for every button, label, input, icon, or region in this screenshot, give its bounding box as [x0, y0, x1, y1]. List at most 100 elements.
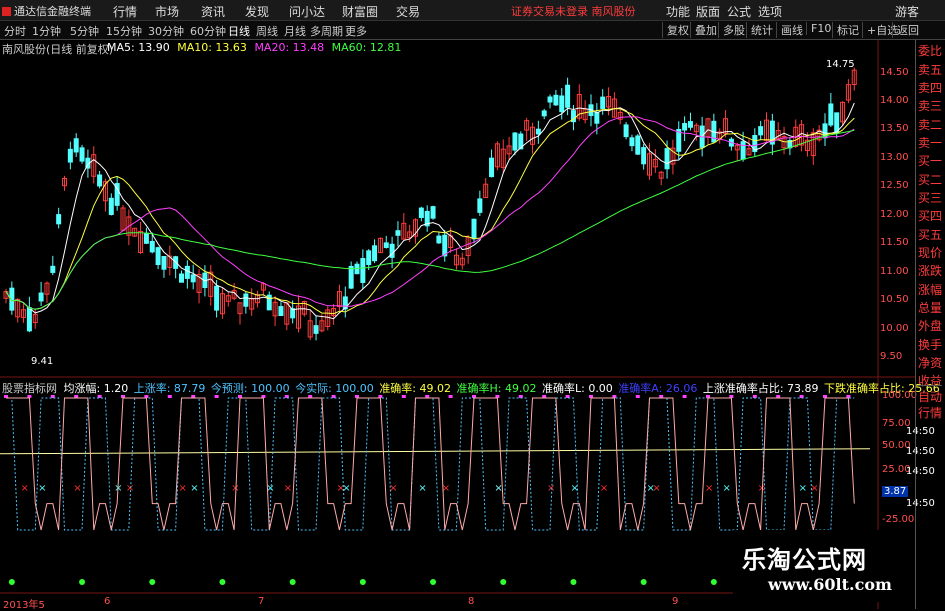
period-tab[interactable]: 5分钟 [70, 23, 99, 39]
side-item-quote[interactable]: 行情 [918, 404, 942, 421]
period-tab[interactable]: 多周期 [310, 23, 343, 39]
chart-canvas[interactable]: × × × × × × × × × × ×× × × × ×× × × × ×× × × × × × [0, 40, 915, 609]
period-tab[interactable]: 周线 [256, 23, 278, 39]
btn-f10[interactable]: F10 [806, 22, 831, 35]
side-item[interactable]: 买四 [918, 207, 942, 224]
side-item[interactable]: 卖四 [918, 79, 942, 96]
side-item[interactable]: 涨幅 [918, 281, 942, 298]
x-tick: 7 [258, 596, 265, 607]
indicator-value: 准确率H: 49.02 [456, 382, 537, 395]
btn-statistics[interactable]: 统计 [746, 22, 773, 38]
max-price-label: 14.75 [826, 59, 855, 70]
signal-mark: × [389, 483, 397, 494]
candle-body [430, 206, 436, 219]
side-item[interactable]: 卖二 [918, 116, 942, 133]
side-item[interactable]: 换手 [918, 336, 942, 353]
menu-news[interactable]: 资讯 [201, 3, 225, 20]
period-tab-selected[interactable]: 日线 [228, 23, 250, 39]
candle-body [664, 148, 670, 170]
side-item[interactable]: 买三 [918, 189, 942, 206]
side-item[interactable]: 卖一 [918, 134, 942, 151]
signal-mark: × [342, 483, 350, 494]
y-tick: 12.50 [880, 180, 909, 191]
side-item[interactable]: 涨跌 [918, 262, 942, 279]
menu-quote[interactable]: 行情 [113, 3, 137, 20]
menu-layout[interactable]: 版面 [696, 3, 720, 20]
side-item[interactable]: 买一 [918, 152, 942, 169]
btn-overlay[interactable]: 叠加 [690, 22, 717, 38]
side-item[interactable]: 现价 [918, 244, 942, 261]
menu-fortune[interactable]: 财富圈 [342, 3, 378, 20]
candle-body [190, 274, 196, 283]
current-value-badge: 3.87 [882, 486, 909, 497]
side-item[interactable]: 总量 [918, 299, 942, 316]
app-title-text: 通达信金融终端 [14, 5, 91, 18]
side-item[interactable]: 买五 [918, 226, 942, 243]
candle-body [828, 103, 834, 126]
side-item[interactable]: 委比 [918, 42, 942, 59]
signal-mark: × [284, 483, 292, 494]
btn-draw-line[interactable]: 画线 [776, 22, 803, 38]
period-tab[interactable]: 30分钟 [148, 23, 184, 39]
candle-body [348, 265, 354, 289]
ma20-label: MA20: 13.48 [254, 41, 325, 54]
candle-body [179, 273, 184, 283]
candle-body [161, 255, 167, 270]
period-tab-more[interactable]: 更多 [345, 23, 367, 39]
side-item[interactable]: 卖五 [918, 61, 942, 78]
y-tick: 10.50 [880, 294, 909, 305]
signal-dot [430, 579, 437, 585]
indicator-legend: 股票指标网 均涨幅: 1.20 上涨率: 87.79 今预测: 100.00 今… [2, 380, 940, 396]
side-item[interactable]: 外盘 [918, 317, 942, 334]
y-tick: 9.50 [880, 351, 903, 362]
menu-discover[interactable]: 发现 [245, 3, 269, 20]
candle-body [56, 214, 62, 225]
period-tab[interactable]: 月线 [284, 23, 306, 39]
period-tab[interactable]: 1分钟 [32, 23, 61, 39]
candle-body [758, 126, 764, 136]
ma60-label: MA60: 12.81 [331, 41, 402, 54]
menu-market[interactable]: 市场 [155, 3, 179, 20]
period-tab[interactable]: 分时 [4, 23, 26, 39]
menu-options[interactable]: 选项 [758, 3, 782, 20]
guest-label[interactable]: 游客 [895, 3, 919, 20]
candle-body [512, 132, 518, 151]
candle-body [143, 232, 149, 244]
menu-formula[interactable]: 公式 [727, 3, 751, 20]
btn-multi-stock[interactable]: 多股 [718, 22, 745, 38]
menu-trade[interactable]: 交易 [396, 3, 420, 20]
y-tick: 13.00 [880, 152, 909, 163]
candle-body [489, 157, 495, 178]
side-item[interactable]: 卖三 [918, 97, 942, 114]
candle-body [184, 265, 190, 279]
candle-body [383, 242, 389, 248]
signal-dot [500, 579, 507, 585]
btn-mark[interactable]: 标记 [832, 22, 859, 38]
candlesticks [3, 67, 857, 341]
btn-back[interactable]: 返回 [892, 22, 919, 38]
min-price-label: 9.41 [31, 356, 54, 367]
candle-body [687, 121, 693, 128]
candle-body [360, 258, 366, 283]
side-item[interactable]: 净资 [918, 354, 942, 371]
y-tick: 11.00 [880, 266, 909, 277]
stock-title-text: 南风股份(日线 前复权) [2, 43, 114, 56]
signal-mark: × [494, 483, 502, 494]
actual-line [6, 397, 855, 531]
candle-body [149, 240, 155, 253]
y-tick: 11.50 [880, 237, 909, 248]
menu-function[interactable]: 功能 [666, 3, 690, 20]
candle-body [641, 147, 647, 165]
period-tab[interactable]: 15分钟 [106, 23, 142, 39]
candle-body [565, 84, 571, 108]
signal-dot [79, 579, 86, 585]
candle-body [629, 137, 635, 147]
ma-line [5, 108, 855, 315]
candle-body [50, 265, 56, 273]
side-item[interactable]: 买二 [918, 171, 942, 188]
menu-ask[interactable]: 问小达 [289, 3, 325, 20]
period-tab[interactable]: 60分钟 [190, 23, 226, 39]
side-item-auto[interactable]: 自动 [918, 385, 943, 405]
indicator-value: 准确率: 49.02 [379, 382, 452, 395]
btn-restore-rights[interactable]: 复权 [662, 22, 689, 38]
